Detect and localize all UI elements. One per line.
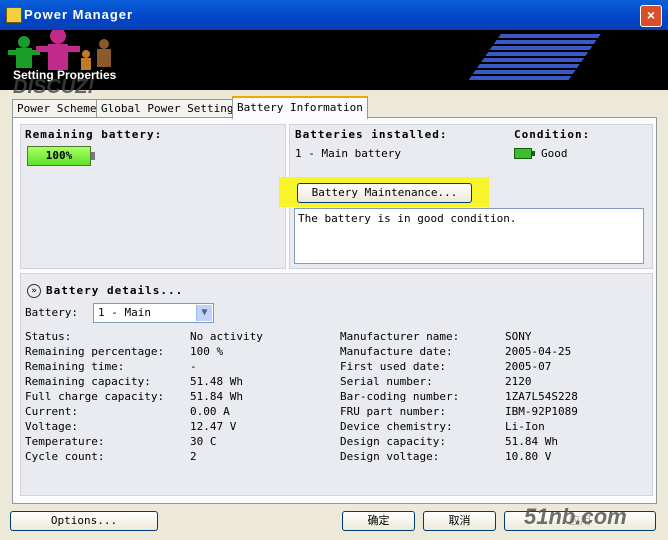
detail-value: 2: [190, 450, 197, 463]
chevron-down-icon[interactable]: ▼: [196, 305, 212, 321]
ok-button[interactable]: 确定: [342, 511, 415, 531]
tab-power-scheme[interactable]: Power Scheme: [12, 99, 102, 117]
remaining-battery-label: Remaining battery:: [25, 128, 163, 141]
cancel-button[interactable]: 取消: [423, 511, 496, 531]
detail-label: Current:: [25, 405, 78, 418]
detail-label: Design voltage:: [340, 450, 440, 463]
detail-value: 0.00 A: [190, 405, 230, 418]
battery-select-value: 1 - Main: [98, 306, 151, 319]
collapse-chevron-icon[interactable]: »: [27, 284, 41, 298]
detail-value: 51.84 Wh: [190, 390, 243, 403]
site-logo: 51nb.com: [524, 504, 627, 529]
condition-message-box: The battery is in good condition.: [294, 208, 644, 264]
options-button[interactable]: Options...: [10, 511, 158, 531]
battery-select-label: Battery:: [25, 306, 78, 319]
detail-label: FRU part number:: [340, 405, 446, 418]
window-title: Power Manager: [24, 7, 134, 22]
battery-details-title: Battery details...: [46, 284, 184, 297]
batteries-installed-label: Batteries installed:: [295, 128, 448, 141]
detail-value: -: [190, 360, 197, 373]
detail-label: Design capacity:: [340, 435, 446, 448]
tab-global-power-settings[interactable]: Global Power Settings: [96, 99, 246, 117]
detail-label: Manufacturer name:: [340, 330, 460, 343]
detail-value: SONY: [505, 330, 532, 343]
battery-level-icon: 100%: [27, 146, 95, 166]
detail-value: 2005-07: [505, 360, 552, 373]
batteries-installed-value: 1 - Main battery: [295, 147, 401, 160]
detail-label: Temperature:: [25, 435, 105, 448]
detail-value: 1ZA7L54S228: [505, 390, 578, 403]
detail-label: Voltage:: [25, 420, 78, 433]
condition-value: Good: [541, 147, 568, 160]
condition-label: Condition:: [514, 128, 591, 141]
detail-value: 2005-04-25: [505, 345, 572, 358]
detail-value: 12.47 V: [190, 420, 237, 433]
detail-label: Cycle count:: [25, 450, 105, 463]
detail-label: Full charge capacity:: [25, 390, 165, 403]
detail-label: Remaining capacity:: [25, 375, 151, 388]
condition-message: The battery is in good condition.: [298, 212, 517, 225]
detail-value: 2120: [505, 375, 532, 388]
detail-label: First used date:: [340, 360, 446, 373]
tab-battery-information[interactable]: Battery Information: [232, 96, 368, 119]
detail-value: Li-Ion: [505, 420, 545, 433]
detail-label: Device chemistry:: [340, 420, 453, 433]
detail-value: IBM-92P1089: [505, 405, 578, 418]
detail-value: 51.84 Wh: [505, 435, 558, 448]
detail-value: 51.48 Wh: [190, 375, 243, 388]
title-bar: Power Manager ×: [0, 0, 668, 30]
battery-maintenance-button[interactable]: Battery Maintenance...: [297, 183, 472, 203]
detail-label: Serial number:: [340, 375, 433, 388]
detail-value: 30 C: [190, 435, 217, 448]
detail-label: Remaining time:: [25, 360, 125, 373]
detail-label: Remaining percentage:: [25, 345, 165, 358]
detail-value: 100 %: [190, 345, 224, 358]
header-banner: Setting Properties: [0, 30, 668, 90]
detail-label: Status:: [25, 330, 72, 343]
close-button[interactable]: ×: [640, 5, 662, 27]
watermark: DISCUZ!: [13, 76, 95, 98]
ibm-logo: [467, 34, 601, 82]
detail-label: Bar-coding number:: [340, 390, 460, 403]
battery-select[interactable]: 1 - Main ▼: [93, 303, 214, 323]
app-icon: [6, 7, 22, 23]
detail-label: Manufacture date:: [340, 345, 453, 358]
battery-condition-icon: [514, 148, 535, 159]
detail-value: No activity: [190, 330, 263, 343]
detail-value: 10.80 V: [505, 450, 552, 463]
